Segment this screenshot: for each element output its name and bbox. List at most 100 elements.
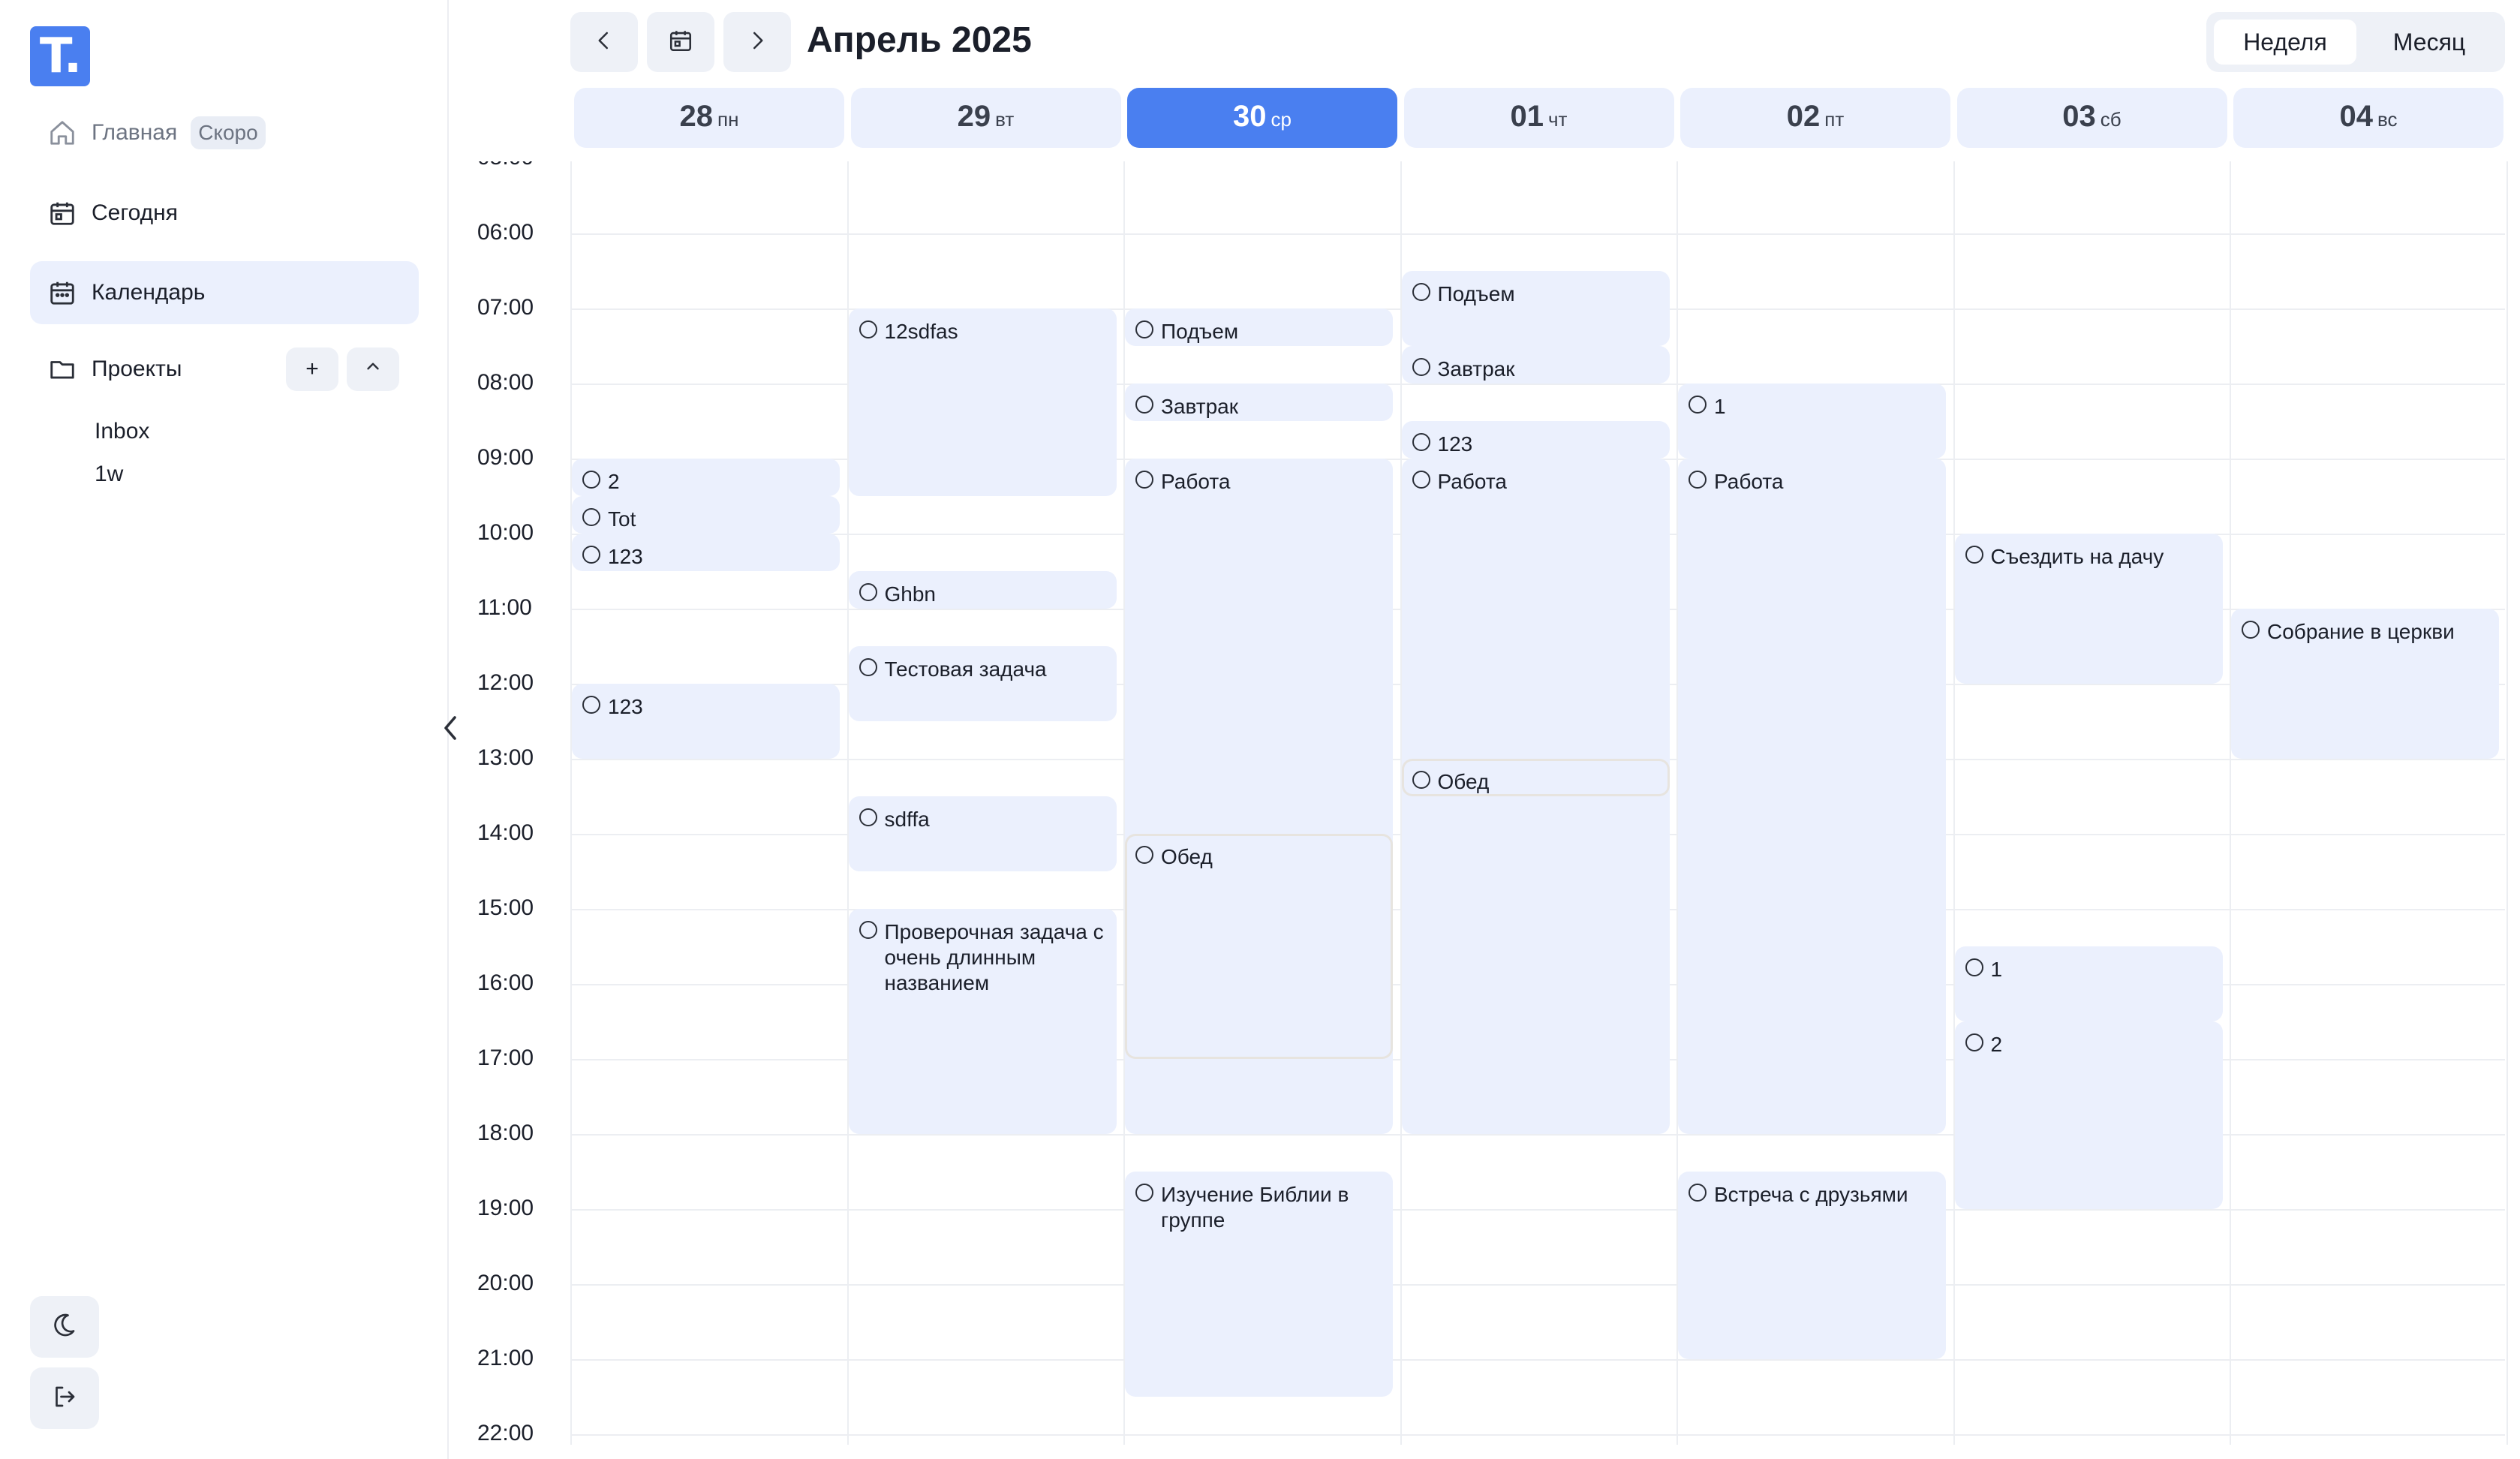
complete-checkbox-icon[interactable] bbox=[859, 921, 877, 939]
event-card[interactable]: Подъем bbox=[1401, 271, 1670, 346]
complete-checkbox-icon[interactable] bbox=[2242, 621, 2260, 639]
event-card[interactable]: 2 bbox=[1954, 1021, 2223, 1209]
complete-checkbox-icon[interactable] bbox=[582, 508, 600, 526]
chevron-right-icon bbox=[746, 29, 768, 56]
event-title: 1 bbox=[1714, 395, 1726, 418]
event-card[interactable]: Работа bbox=[1401, 459, 1670, 1134]
event-title: Завтрак bbox=[1437, 357, 1515, 381]
complete-checkbox-icon[interactable] bbox=[1135, 471, 1153, 489]
complete-checkbox-icon[interactable] bbox=[582, 471, 600, 489]
today-button[interactable] bbox=[647, 12, 714, 72]
hour-line bbox=[570, 1284, 2505, 1286]
day-number: 04 bbox=[2339, 100, 2373, 133]
day-header-4[interactable]: 02 пт bbox=[1680, 88, 1950, 148]
page-title: Апрель 2025 bbox=[807, 20, 1032, 60]
event-card[interactable]: Подъем bbox=[1125, 308, 1393, 346]
column-divider bbox=[2230, 161, 2231, 1445]
sidebar-item-home[interactable]: Главная Скоро bbox=[30, 101, 419, 164]
day-weekday: сб bbox=[2100, 108, 2122, 131]
event-card[interactable]: Обед bbox=[1401, 759, 1670, 796]
event-card[interactable]: 123 bbox=[1401, 421, 1670, 459]
complete-checkbox-icon[interactable] bbox=[582, 696, 600, 714]
view-toggle: Неделя Месяц bbox=[2206, 12, 2505, 72]
complete-checkbox-icon[interactable] bbox=[1689, 471, 1707, 489]
event-card[interactable]: Съездить на дачу bbox=[1954, 534, 2223, 684]
day-weekday: пт bbox=[1824, 108, 1845, 131]
day-weekday: ср bbox=[1271, 108, 1292, 131]
event-card[interactable]: Завтрак bbox=[1401, 346, 1670, 384]
complete-checkbox-icon[interactable] bbox=[1135, 1184, 1153, 1202]
complete-checkbox-icon[interactable] bbox=[1965, 958, 1983, 976]
day-header-6[interactable]: 04 вс bbox=[2233, 88, 2503, 148]
view-month-button[interactable]: Месяц bbox=[2361, 20, 2497, 65]
event-title: Подъем bbox=[1437, 282, 1515, 305]
app-logo[interactable]: T. bbox=[30, 26, 90, 86]
complete-checkbox-icon[interactable] bbox=[1412, 471, 1430, 489]
day-number: 28 bbox=[679, 100, 714, 133]
day-number: 01 bbox=[1510, 100, 1544, 133]
event-title: 2 bbox=[1990, 1033, 2003, 1056]
event-card[interactable]: Tot bbox=[572, 496, 840, 534]
event-card[interactable]: Собрание в церкви bbox=[2231, 609, 2499, 759]
complete-checkbox-icon[interactable] bbox=[1135, 320, 1153, 338]
event-card[interactable]: Завтрак bbox=[1125, 384, 1393, 421]
event-card[interactable]: Работа bbox=[1678, 459, 1946, 1134]
complete-checkbox-icon[interactable] bbox=[1689, 396, 1707, 414]
event-card[interactable]: Проверочная задача с очень длинным назва… bbox=[848, 909, 1117, 1134]
view-week-button[interactable]: Неделя bbox=[2214, 20, 2356, 65]
day-weekday: вт bbox=[995, 108, 1015, 131]
day-weekday: пн bbox=[717, 108, 739, 131]
event-title: Изучение Библии в группе bbox=[1161, 1183, 1349, 1232]
complete-checkbox-icon[interactable] bbox=[1965, 546, 1983, 564]
column-divider bbox=[1953, 161, 1955, 1445]
time-label: 19:00 bbox=[477, 1196, 534, 1220]
time-label: 09:00 bbox=[477, 445, 534, 470]
event-title: Собрание в церкви bbox=[2267, 620, 2455, 643]
day-header-0[interactable]: 28 пн bbox=[574, 88, 844, 148]
event-title: Съездить на дачу bbox=[1990, 545, 2164, 568]
event-card[interactable]: 1 bbox=[1954, 946, 2223, 1021]
complete-checkbox-icon[interactable] bbox=[1135, 396, 1153, 414]
complete-checkbox-icon[interactable] bbox=[859, 658, 877, 676]
complete-checkbox-icon[interactable] bbox=[1412, 358, 1430, 376]
time-label: 11:00 bbox=[477, 595, 532, 620]
soon-badge: Скоро bbox=[191, 116, 266, 149]
complete-checkbox-icon[interactable] bbox=[859, 583, 877, 601]
day-header-5[interactable]: 03 сб bbox=[1956, 88, 2227, 148]
day-header-3[interactable]: 01 чт bbox=[1403, 88, 1674, 148]
complete-checkbox-icon[interactable] bbox=[1135, 846, 1153, 864]
event-card[interactable]: sdffa bbox=[848, 796, 1117, 871]
complete-checkbox-icon[interactable] bbox=[1412, 433, 1430, 451]
complete-checkbox-icon[interactable] bbox=[1689, 1184, 1707, 1202]
event-title: 2 bbox=[608, 470, 620, 493]
event-card[interactable]: 123 bbox=[572, 534, 840, 571]
prev-week-button[interactable] bbox=[570, 12, 638, 72]
next-week-button[interactable] bbox=[723, 12, 791, 72]
event-card[interactable]: Встреча с друзьями bbox=[1678, 1172, 1946, 1359]
event-title: Работа bbox=[1714, 470, 1784, 493]
event-title: 123 bbox=[1437, 432, 1473, 456]
hour-line bbox=[570, 1209, 2505, 1211]
complete-checkbox-icon[interactable] bbox=[1965, 1033, 1983, 1051]
complete-checkbox-icon[interactable] bbox=[582, 546, 600, 564]
time-label: 20:00 bbox=[477, 1271, 534, 1295]
week-grid[interactable]: 05:00 06:00 07:00 08:00 09:00 10:00 11:00 12:00… bbox=[0, 161, 2520, 1445]
complete-checkbox-icon[interactable] bbox=[859, 320, 877, 338]
home-icon bbox=[47, 117, 78, 149]
day-header-1[interactable]: 29 вт bbox=[850, 88, 1121, 148]
complete-checkbox-icon[interactable] bbox=[1412, 771, 1430, 789]
event-card[interactable]: Тестовая задача bbox=[848, 646, 1117, 721]
event-card[interactable]: 123 bbox=[572, 684, 840, 759]
event-card[interactable]: 2 bbox=[572, 459, 840, 496]
event-card[interactable]: Обед bbox=[1125, 834, 1393, 1059]
event-title: Проверочная задача с очень длинным назва… bbox=[884, 920, 1104, 994]
complete-checkbox-icon[interactable] bbox=[1412, 283, 1430, 301]
day-header-2[interactable]: 30 ср bbox=[1127, 88, 1397, 148]
event-card[interactable]: Изучение Библии в группе bbox=[1125, 1172, 1393, 1397]
event-card[interactable]: Ghbn bbox=[848, 571, 1117, 609]
complete-checkbox-icon[interactable] bbox=[859, 808, 877, 826]
calendar-icon bbox=[668, 28, 693, 57]
event-card[interactable]: 12sdfas bbox=[848, 308, 1117, 496]
event-card[interactable]: 1 bbox=[1678, 384, 1946, 459]
event-title: sdffa bbox=[884, 808, 930, 831]
